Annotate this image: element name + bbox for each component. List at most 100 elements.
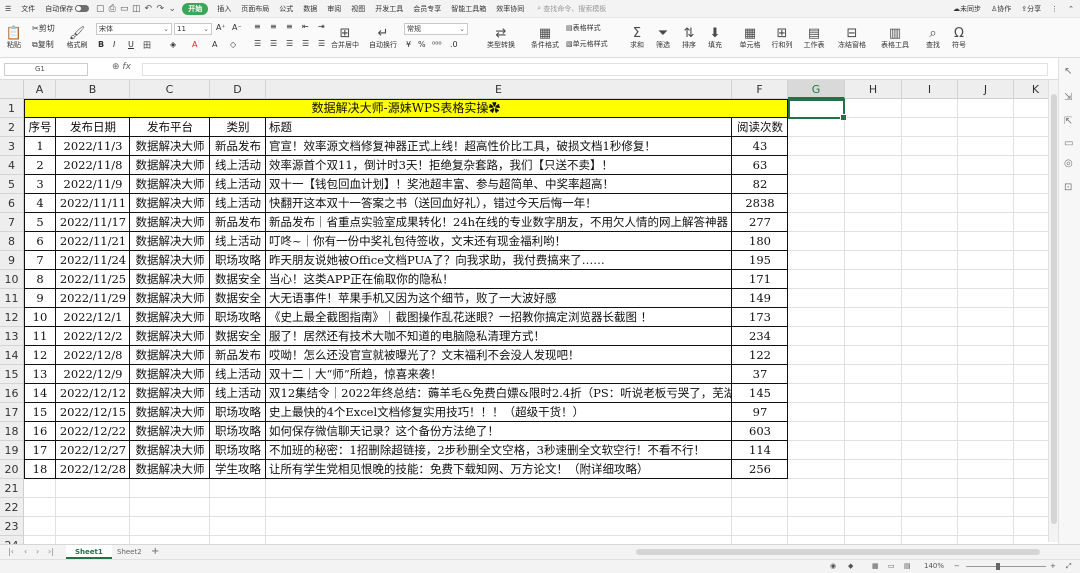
fx-icon[interactable]: fx — [122, 62, 131, 72]
pointer-icon[interactable]: ↖ — [1064, 66, 1072, 77]
preview-icon[interactable]: ◫ — [130, 4, 142, 14]
cell-date[interactable]: 发布日期 — [56, 118, 130, 137]
cell-reads[interactable]: 277 — [732, 213, 788, 232]
vertical-scroll-thumb[interactable] — [1051, 94, 1057, 524]
cell-platform[interactable]: 数据解决大师 — [130, 156, 210, 175]
location-icon[interactable]: ◎ — [1064, 158, 1073, 169]
cell-seq[interactable]: 10 — [24, 308, 56, 327]
align-left-icon[interactable]: ☰ — [254, 39, 261, 48]
cell-seq[interactable]: 1 — [24, 137, 56, 156]
cell-seq[interactable]: 11 — [24, 327, 56, 346]
sum-button[interactable]: Σ 求和 — [626, 22, 648, 54]
bold-button[interactable]: B — [98, 40, 104, 49]
cell-category[interactable]: 职场攻略 — [210, 403, 266, 422]
cell-reads[interactable]: 145 — [732, 384, 788, 403]
cell-reads[interactable]: 37 — [732, 365, 788, 384]
zoom-slider[interactable] — [966, 566, 1046, 567]
table-tools-button[interactable]: ▥ 表格工具 — [878, 22, 912, 54]
row-header[interactable]: 8 — [0, 232, 24, 251]
merge-center-button[interactable]: ⊞ 合并居中 — [330, 22, 360, 54]
filter-button[interactable]: ⏷ 筛选 — [652, 22, 674, 54]
file-menu[interactable]: 文件 — [16, 0, 40, 18]
cell-reads[interactable]: 114 — [732, 441, 788, 460]
cell-reads[interactable]: 82 — [732, 175, 788, 194]
cell-category[interactable]: 数据安全 — [210, 327, 266, 346]
paste-button[interactable]: 📋 粘贴 — [4, 22, 24, 54]
cell-title[interactable]: 大无语事件！苹果手机又因为这个细节，败了一大波好感 — [269, 289, 731, 308]
cell-date[interactable]: 2022/11/21 — [56, 232, 130, 251]
align-right-icon[interactable]: ☰ — [286, 39, 293, 48]
cell-category[interactable]: 数据安全 — [210, 270, 266, 289]
cell-category[interactable]: 新品发布 — [210, 137, 266, 156]
row-header[interactable]: 5 — [0, 175, 24, 194]
cell-category[interactable]: 职场攻略 — [210, 251, 266, 270]
format-icon[interactable]: ⇲ — [1064, 92, 1072, 103]
cell-date[interactable]: 2022/11/25 — [56, 270, 130, 289]
cell-date[interactable]: 2022/11/9 — [56, 175, 130, 194]
cell-platform[interactable]: 数据解决大师 — [130, 460, 210, 479]
style-icon[interactable]: ⇱ — [1064, 116, 1072, 127]
underline-button[interactable]: U — [128, 40, 134, 49]
cell-reads[interactable]: 97 — [732, 403, 788, 422]
tab-developer[interactable]: 开发工具 — [370, 0, 408, 18]
cell-category[interactable]: 线上活动 — [210, 232, 266, 251]
col-header-h[interactable]: H — [845, 80, 902, 99]
page-break-view-icon[interactable]: ▤ — [904, 562, 911, 570]
cell-reads[interactable]: 43 — [732, 137, 788, 156]
conditional-format-button[interactable]: ▦ 条件格式 — [528, 22, 562, 54]
col-header-e[interactable]: E — [266, 80, 732, 99]
tab-review[interactable]: 审阅 — [322, 0, 346, 18]
row-header[interactable]: 11 — [0, 289, 24, 308]
more-icon[interactable]: ⋮ — [1051, 5, 1058, 13]
row-header[interactable]: 22 — [0, 498, 24, 517]
col-header-j[interactable]: J — [958, 80, 1014, 99]
worksheet-button[interactable]: ▤ 工作表 — [800, 22, 828, 54]
cell-category[interactable]: 类别 — [210, 118, 266, 137]
zoom-formula-icon[interactable]: ⊕ — [112, 62, 120, 72]
undo-icon[interactable]: ↶ — [142, 4, 154, 14]
row-header[interactable]: 6 — [0, 194, 24, 213]
cell-category[interactable]: 数据安全 — [210, 289, 266, 308]
fullscreen-icon[interactable]: ⤢ — [1066, 562, 1072, 571]
print-icon[interactable]: ⎙ — [106, 4, 118, 14]
cell-date[interactable]: 2022/11/3 — [56, 137, 130, 156]
cell-category[interactable]: 职场攻略 — [210, 422, 266, 441]
add-sheet-button[interactable]: + — [142, 545, 168, 559]
name-box[interactable]: G1 — [4, 63, 88, 76]
cell-title[interactable]: 官宣！效率源文档修复神器正式上线！超高性价比工具，破损文档1秒修复！ — [269, 137, 731, 156]
col-header-b[interactable]: B — [56, 80, 130, 99]
cell-seq[interactable]: 16 — [24, 422, 56, 441]
cell-reads[interactable]: 256 — [732, 460, 788, 479]
cell-date[interactable]: 2022/11/24 — [56, 251, 130, 270]
row-header[interactable]: 17 — [0, 403, 24, 422]
indent-increase-icon[interactable]: ⇥ — [318, 22, 325, 31]
zoom-level[interactable]: 140% — [924, 562, 944, 570]
cell-title[interactable]: 双十一【钱包回血计划】！奖池超丰富、参与超简单、中奖率超高！ — [269, 175, 731, 194]
command-search[interactable]: ⌕ 查找命令、搜索模板 — [537, 4, 606, 14]
cell-reads[interactable]: 180 — [732, 232, 788, 251]
cell-date[interactable]: 2022/11/29 — [56, 289, 130, 308]
cell-platform[interactable]: 数据解决大师 — [130, 422, 210, 441]
cell-category[interactable]: 线上活动 — [210, 365, 266, 384]
prev-sheet-icon[interactable]: ‹ — [24, 547, 27, 556]
collapse-ribbon-icon[interactable]: ⌃ — [1068, 5, 1074, 13]
sheet-tab-sheet1[interactable]: Sheet1 — [66, 545, 112, 559]
row-header[interactable]: 10 — [0, 270, 24, 289]
cell-date[interactable]: 2022/11/8 — [56, 156, 130, 175]
tab-data[interactable]: 数据 — [298, 0, 322, 18]
cell-category[interactable]: 新品发布 — [210, 346, 266, 365]
cell-title[interactable]: 叮咚~｜你有一份中奖礼包待签收，文末还有现金福利哟！ — [269, 232, 731, 251]
fill-color-button[interactable]: ◈ — [170, 40, 176, 49]
redo-icon[interactable]: ↷ — [154, 4, 166, 14]
row-header[interactable]: 7 — [0, 213, 24, 232]
currency-icon[interactable]: ¥ — [406, 40, 411, 49]
type-convert-button[interactable]: ⇄ 类型转换 — [484, 22, 518, 54]
col-header-c[interactable]: C — [130, 80, 210, 99]
cell-title[interactable]: 服了！居然还有技术大咖不知道的电脑隐私清理方式！ — [269, 327, 731, 346]
symbol-button[interactable]: Ω 符号 — [948, 22, 970, 54]
row-header[interactable]: 3 — [0, 137, 24, 156]
number-format-select[interactable]: 常规 ⌄ — [404, 23, 468, 35]
percent-icon[interactable]: % — [418, 40, 426, 49]
row-header[interactable]: 12 — [0, 308, 24, 327]
cell-title[interactable]: 双十二｜大“师”所趋，惊喜来袭！ — [269, 365, 731, 384]
